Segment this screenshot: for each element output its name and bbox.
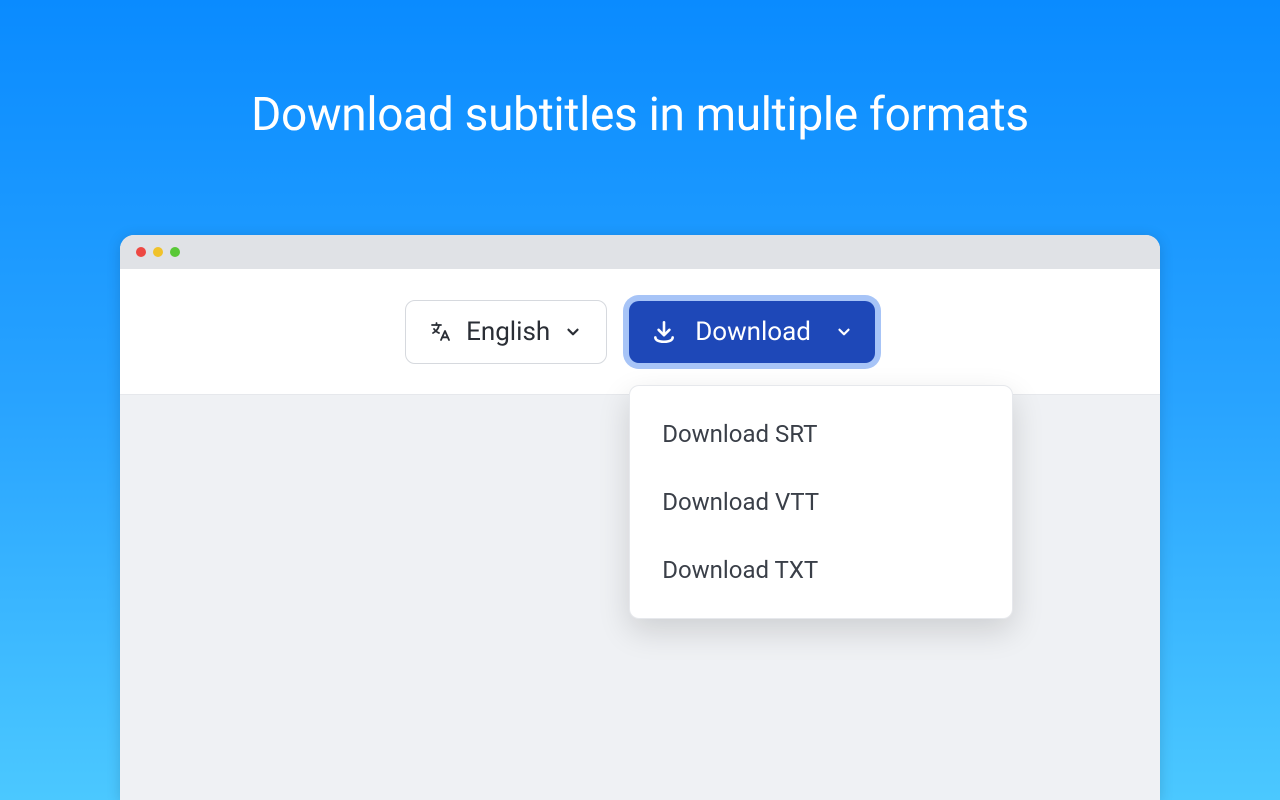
page-headline: Download subtitles in multiple formats [0,0,1280,142]
browser-window: English Download Download SRT Download V [120,235,1160,800]
language-selected-label: English [466,317,550,347]
download-dropdown-panel: Download SRT Download VTT Download TXT [629,385,1013,619]
toolbar: English Download Download SRT Download V [120,269,1160,395]
download-option-txt[interactable]: Download TXT [630,536,1012,604]
download-button[interactable]: Download [629,301,875,363]
window-close-dot[interactable] [136,247,146,257]
translate-icon [428,320,452,344]
chevron-down-icon [564,323,582,341]
window-titlebar [120,235,1160,269]
download-option-vtt[interactable]: Download VTT [630,468,1012,536]
window-maximize-dot[interactable] [170,247,180,257]
download-dropdown-container: Download Download SRT Download VTT Downl… [629,301,875,363]
download-option-srt[interactable]: Download SRT [630,400,1012,468]
download-button-label: Download [695,317,811,347]
download-icon [651,319,677,345]
language-selector[interactable]: English [405,300,607,364]
window-minimize-dot[interactable] [153,247,163,257]
chevron-down-icon [835,323,853,341]
